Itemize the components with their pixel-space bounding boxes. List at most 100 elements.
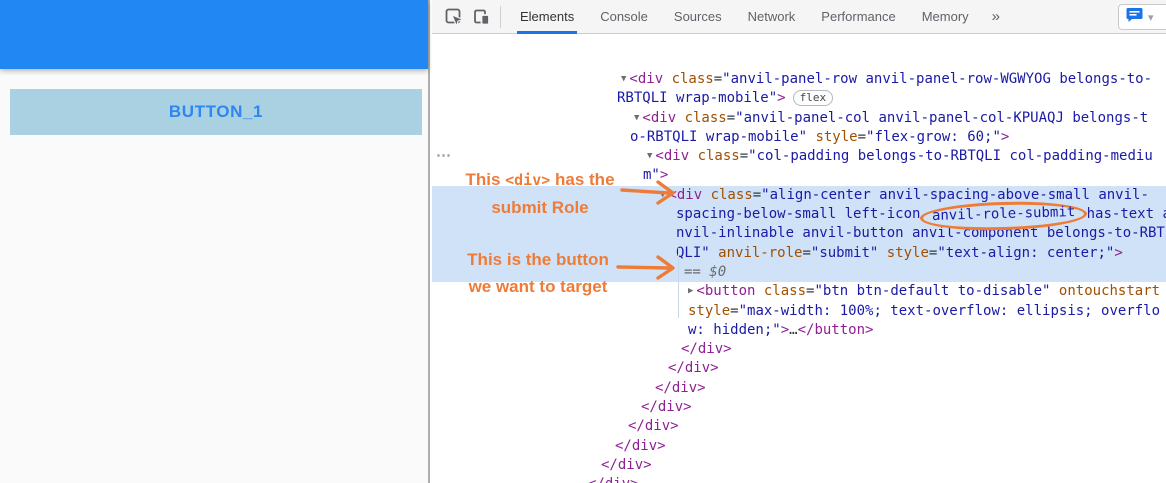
code-line[interactable]: </div>	[432, 417, 1166, 436]
code-token: "max-width: 100%; text-overflow: ellipsi…	[738, 302, 1161, 319]
code-token: "align-center anvil-spacing-above-small …	[761, 186, 1149, 203]
code-token: ▶	[688, 286, 694, 297]
code-line[interactable]: nvil-inlinable anvil-button anvil-compon…	[432, 224, 1166, 244]
code-token: class	[684, 109, 727, 126]
code-token: class	[697, 148, 740, 165]
code-token: nvil-inlinable anvil-button anvil-compon…	[676, 225, 1165, 242]
code-line[interactable]: ▼ <div class="anvil-panel-row anvil-panel…	[432, 70, 1166, 89]
code-token: >	[1000, 128, 1010, 145]
code-line[interactable]: RBTQLI wrap-mobile"> flex	[432, 89, 1166, 108]
tab-performance[interactable]: Performance	[808, 0, 908, 34]
code-token: "btn btn-default to-disable"	[814, 283, 1051, 300]
code-token: RBTQLI wrap-mobile"	[617, 90, 778, 107]
chevron-down-icon: ▾	[1148, 11, 1154, 24]
toolbar-separator	[500, 5, 501, 28]
code-token: >	[777, 90, 786, 107]
code-token: class	[710, 186, 753, 203]
code-token: =	[730, 302, 739, 319]
code-line[interactable]: </div>	[432, 437, 1166, 456]
code-token: </div>	[615, 437, 666, 454]
code-line[interactable]: o-RBTQLI wrap-mobile" style="flex-grow: …	[432, 128, 1166, 147]
code-line[interactable]: </div>	[432, 475, 1166, 483]
annotation-div-code: <div>	[505, 171, 551, 189]
code-token: </div>	[628, 418, 679, 435]
code-token: </div>	[601, 456, 652, 473]
code-line[interactable]: ▼ <div class="anvil-panel-col anvil-panel…	[432, 109, 1166, 128]
code-token: "submit"	[810, 244, 879, 261]
inspect-element-icon[interactable]	[440, 3, 468, 31]
tab-elements[interactable]: Elements	[507, 0, 587, 34]
annotation-target-button: This is the button we want to target	[467, 250, 609, 296]
code-token: "flex-grow: 60;"	[866, 128, 1001, 145]
code-token: >	[780, 321, 790, 338]
code-token: style	[886, 244, 929, 261]
code-line[interactable]: </div>	[432, 398, 1166, 417]
annotation-submit-role: This <div> has the submit Role	[465, 170, 615, 217]
button-1[interactable]: BUTTON_1	[10, 89, 422, 135]
code-token: "anvil-panel-row anvil-panel-row-WGWYOG …	[722, 71, 1153, 87]
tab-sources[interactable]: Sources	[661, 0, 735, 34]
device-toolbar-icon[interactable]	[468, 3, 496, 31]
code-token: </div>	[588, 476, 639, 483]
code-token: ==	[684, 263, 710, 280]
code-token: style	[815, 128, 858, 145]
console-drawer-button[interactable]: ▾	[1118, 4, 1166, 30]
code-token: "text-align: center;"	[937, 244, 1115, 261]
tab-memory[interactable]: Memory	[909, 0, 982, 34]
code-token: </div>	[668, 360, 719, 377]
code-token: ▼	[647, 151, 653, 162]
code-token: ▼	[621, 74, 627, 84]
code-line[interactable]: ▼ <div class="col-padding belongs-to-RBTQ…	[432, 147, 1166, 166]
code-token: anvil-role	[718, 244, 803, 261]
code-token: <div	[629, 71, 664, 87]
code-token: </div>	[641, 399, 692, 416]
code-line[interactable]: </div>	[432, 456, 1166, 475]
code-token: "col-padding belongs-to-RBTQLI col-paddi…	[748, 148, 1153, 165]
code-token: </button>	[797, 321, 874, 338]
devtools-panel: Elements Console Sources Network Perform…	[432, 0, 1166, 483]
code-token: =	[713, 71, 723, 87]
code-token: >	[1114, 244, 1123, 261]
code-token: o-RBTQLI wrap-mobile"	[630, 128, 808, 145]
code-line[interactable]: </div>	[432, 379, 1166, 398]
code-token: =	[739, 148, 749, 165]
code-token: class	[671, 71, 714, 87]
chat-bubble-icon	[1126, 7, 1143, 28]
code-token: =	[802, 244, 811, 261]
code-token: </div>	[681, 341, 732, 358]
code-token: w: hidden;"	[688, 321, 781, 338]
code-token: <div	[655, 148, 690, 165]
rendered-page-pane: BUTTON_1	[0, 0, 430, 483]
code-line[interactable]: style="max-width: 100%; text-overflow: e…	[432, 302, 1166, 321]
code-token: =	[857, 128, 867, 145]
code-token: style	[688, 302, 731, 319]
more-tabs-icon[interactable]: »	[982, 8, 1010, 25]
flex-badge[interactable]: flex	[792, 90, 834, 107]
code-token: "anvil-panel-col anvil-panel-col-KPUAQJ …	[735, 109, 1149, 126]
devtools-toolbar: Elements Console Sources Network Perform…	[432, 0, 1166, 34]
gutter-ellipsis[interactable]: ⋯	[436, 146, 452, 164]
code-token: =	[752, 186, 762, 203]
code-token: </div>	[655, 379, 706, 396]
code-token: ontouchstart	[1058, 283, 1161, 300]
annotation-arrow-button	[616, 255, 675, 280]
code-token: <div	[642, 109, 677, 126]
page-header-bar	[0, 0, 428, 69]
code-line[interactable]: w: hidden;">…</button>	[432, 321, 1166, 340]
code-token: …	[789, 321, 798, 338]
code-line[interactable]: </div>	[432, 340, 1166, 359]
code-token: ▼	[634, 112, 640, 123]
annotation-arrow-submit-div	[620, 180, 675, 205]
code-token: class	[763, 283, 807, 300]
tab-console[interactable]: Console	[587, 0, 661, 34]
code-token: =	[726, 109, 736, 126]
tab-network[interactable]: Network	[735, 0, 809, 34]
code-line[interactable]: </div>	[432, 359, 1166, 378]
